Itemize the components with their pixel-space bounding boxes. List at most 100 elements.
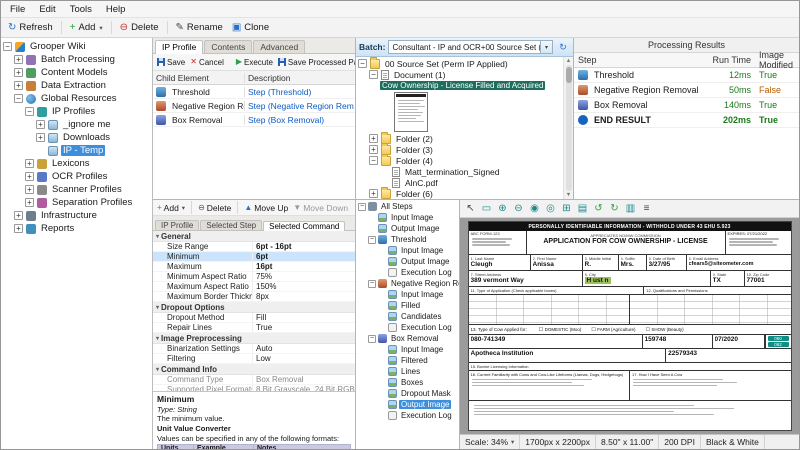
batch-item-document-1[interactable]: Document (1) bbox=[356, 69, 563, 80]
property-group-dropout-options[interactable]: Dropout Options bbox=[153, 302, 355, 313]
step-item-filtered[interactable]: Filtered bbox=[356, 355, 459, 366]
collapse-icon[interactable] bbox=[368, 280, 376, 288]
column-image-modified[interactable]: Image Modified bbox=[757, 50, 799, 70]
cancel-button[interactable]: ✕ Cancel bbox=[188, 57, 226, 68]
expand-icon[interactable] bbox=[14, 81, 23, 90]
rotate-right-icon[interactable]: ↻ bbox=[607, 202, 622, 216]
nav-item-separation-profiles[interactable]: Separation Profiles bbox=[1, 196, 152, 209]
batch-refresh-icon[interactable]: ↻ bbox=[556, 40, 570, 54]
nav-item-global-resources[interactable]: Global Resources bbox=[1, 92, 152, 105]
expand-icon[interactable] bbox=[369, 134, 378, 143]
batch-item-matt-termination[interactable]: Matt_termination_Signed bbox=[356, 166, 563, 177]
property-value[interactable]: 6pt - 16pt bbox=[253, 242, 355, 251]
nav-item-batch-processing[interactable]: Batch Processing bbox=[1, 53, 152, 66]
collapse-icon[interactable] bbox=[368, 335, 376, 343]
property-value[interactable]: Fill bbox=[253, 313, 355, 322]
step-item-boxes[interactable]: Boxes bbox=[356, 377, 459, 388]
menu-tools[interactable]: Tools bbox=[63, 3, 99, 16]
step-item-threshold[interactable]: Threshold bbox=[356, 234, 459, 245]
menu-help[interactable]: Help bbox=[99, 3, 133, 16]
step-item-output-image-selected[interactable]: Output Image bbox=[356, 399, 459, 410]
layers-icon[interactable]: ▥ bbox=[623, 202, 638, 216]
expand-icon[interactable] bbox=[14, 211, 23, 220]
menu-file[interactable]: File bbox=[3, 3, 32, 16]
scroll-up-icon[interactable]: ▲ bbox=[566, 58, 571, 64]
step-item-filled[interactable]: Filled bbox=[356, 300, 459, 311]
property-row[interactable]: Maximum Border Thickness 8px bbox=[153, 292, 355, 302]
expand-icon[interactable] bbox=[25, 159, 34, 168]
move-down-button[interactable]: ▼ Move Down bbox=[291, 202, 350, 214]
zoom-in-icon[interactable]: ⊕ bbox=[495, 202, 510, 216]
collapse-icon[interactable] bbox=[358, 59, 367, 68]
step-item-output-image[interactable]: Output Image bbox=[356, 256, 459, 267]
save-button[interactable]: Save bbox=[155, 57, 187, 68]
collapse-icon[interactable] bbox=[14, 94, 23, 103]
step-item-lines[interactable]: Lines bbox=[356, 366, 459, 377]
expand-icon[interactable] bbox=[14, 224, 23, 233]
collapse-icon[interactable] bbox=[368, 236, 376, 244]
tab-advanced[interactable]: Advanced bbox=[253, 40, 305, 53]
nav-item-infrastructure[interactable]: Infrastructure bbox=[1, 209, 152, 222]
step-item-execution-log[interactable]: Execution Log bbox=[356, 267, 459, 278]
nav-item-lexicons[interactable]: Lexicons bbox=[1, 157, 152, 170]
nav-item-ocr-profiles[interactable]: OCR Profiles bbox=[1, 170, 152, 183]
step-item-dropout-mask[interactable]: Dropout Mask bbox=[356, 388, 459, 399]
expand-icon[interactable] bbox=[36, 133, 45, 142]
property-group-general[interactable]: General bbox=[153, 231, 355, 242]
grid-view-icon[interactable]: ⊞ bbox=[559, 202, 574, 216]
nav-item-ip-profiles[interactable]: IP Profiles bbox=[1, 105, 152, 118]
property-group-image-preprocessing[interactable]: Image Preprocessing bbox=[153, 333, 355, 344]
element-description-link[interactable]: Step (Negative Region Rem bbox=[245, 101, 355, 111]
add-step-button[interactable]: + Add ▾ bbox=[155, 202, 187, 214]
refresh-button[interactable]: ↻ Refresh bbox=[4, 21, 57, 34]
nav-item-content-models[interactable]: Content Models bbox=[1, 66, 152, 79]
result-row[interactable]: Threshold 12ms True bbox=[574, 68, 799, 83]
collapse-icon[interactable] bbox=[25, 107, 34, 116]
rename-button[interactable]: ✎ Rename bbox=[172, 21, 227, 34]
step-item-negative-region-removal[interactable]: Negative Region Removal bbox=[356, 278, 459, 289]
document-canvas[interactable]: PERSONALLY IDENTIFIABLE INFORMATION - WI… bbox=[460, 218, 799, 434]
end-result-row[interactable]: END RESULT 202ms True bbox=[574, 113, 799, 128]
collapse-icon[interactable] bbox=[369, 70, 378, 79]
batch-item-source-set[interactable]: 00 Source Set (Perm IP Applied) bbox=[356, 58, 563, 69]
collapse-icon[interactable] bbox=[3, 42, 12, 51]
step-item-all-steps[interactable]: All Steps bbox=[356, 201, 459, 212]
nav-item-ip-temp[interactable]: IP - Temp bbox=[1, 144, 152, 157]
batch-combobox[interactable]: Consultant - IP and OCR+00 Source Set (P… bbox=[388, 40, 553, 54]
result-row[interactable]: Negative Region Removal 50ms False bbox=[574, 83, 799, 98]
expand-icon[interactable] bbox=[369, 189, 378, 198]
scale-indicator[interactable]: Scale: 34% ▾ bbox=[460, 435, 520, 449]
marquee-zoom-icon[interactable]: ▭ bbox=[479, 202, 494, 216]
expand-icon[interactable] bbox=[14, 55, 23, 64]
property-value[interactable]: Auto bbox=[253, 344, 355, 353]
column-description[interactable]: Description bbox=[245, 73, 355, 83]
rotate-left-icon[interactable]: ↺ bbox=[591, 202, 606, 216]
result-row[interactable]: Box Removal 140ms True bbox=[574, 98, 799, 113]
select-tool-icon[interactable]: ↖ bbox=[463, 202, 478, 216]
property-row[interactable]: Maximum Aspect Ratio 150% bbox=[153, 282, 355, 292]
step-item-box-removal[interactable]: Box Removal bbox=[356, 333, 459, 344]
tab-ip-profile[interactable]: IP Profile bbox=[155, 220, 199, 230]
collapse-icon[interactable] bbox=[358, 203, 366, 211]
viewer-menu-icon[interactable]: ≡ bbox=[639, 202, 654, 216]
property-value[interactable]: 6pt bbox=[253, 252, 355, 261]
step-item-execution-log[interactable]: Execution Log bbox=[356, 322, 459, 333]
property-row-selected[interactable]: Minimum 6pt bbox=[153, 252, 355, 262]
scroll-down-icon[interactable]: ▼ bbox=[566, 192, 571, 198]
expand-icon[interactable] bbox=[25, 198, 34, 207]
property-value[interactable]: 150% bbox=[253, 282, 355, 291]
nav-item-ignore-me[interactable]: _ignore me bbox=[1, 118, 152, 131]
property-value[interactable]: Low bbox=[253, 354, 355, 363]
zoom-fit-icon[interactable]: ◎ bbox=[543, 202, 558, 216]
property-row[interactable]: Command Type Box Removal bbox=[153, 375, 355, 385]
step-item-input-image[interactable]: Input Image bbox=[356, 289, 459, 300]
tab-selected-step[interactable]: Selected Step bbox=[200, 220, 262, 230]
property-row[interactable]: Minimum Aspect Ratio 75% bbox=[153, 272, 355, 282]
page-thumbnail[interactable] bbox=[394, 92, 428, 132]
execute-button[interactable]: ▶ Execute bbox=[234, 57, 275, 68]
expand-icon[interactable] bbox=[25, 172, 34, 181]
nav-item-reports[interactable]: Reports bbox=[1, 222, 152, 235]
menu-edit[interactable]: Edit bbox=[32, 3, 62, 16]
column-child-element[interactable]: Child Element bbox=[153, 73, 245, 83]
delete-button[interactable]: ⊖ Delete bbox=[116, 21, 163, 34]
